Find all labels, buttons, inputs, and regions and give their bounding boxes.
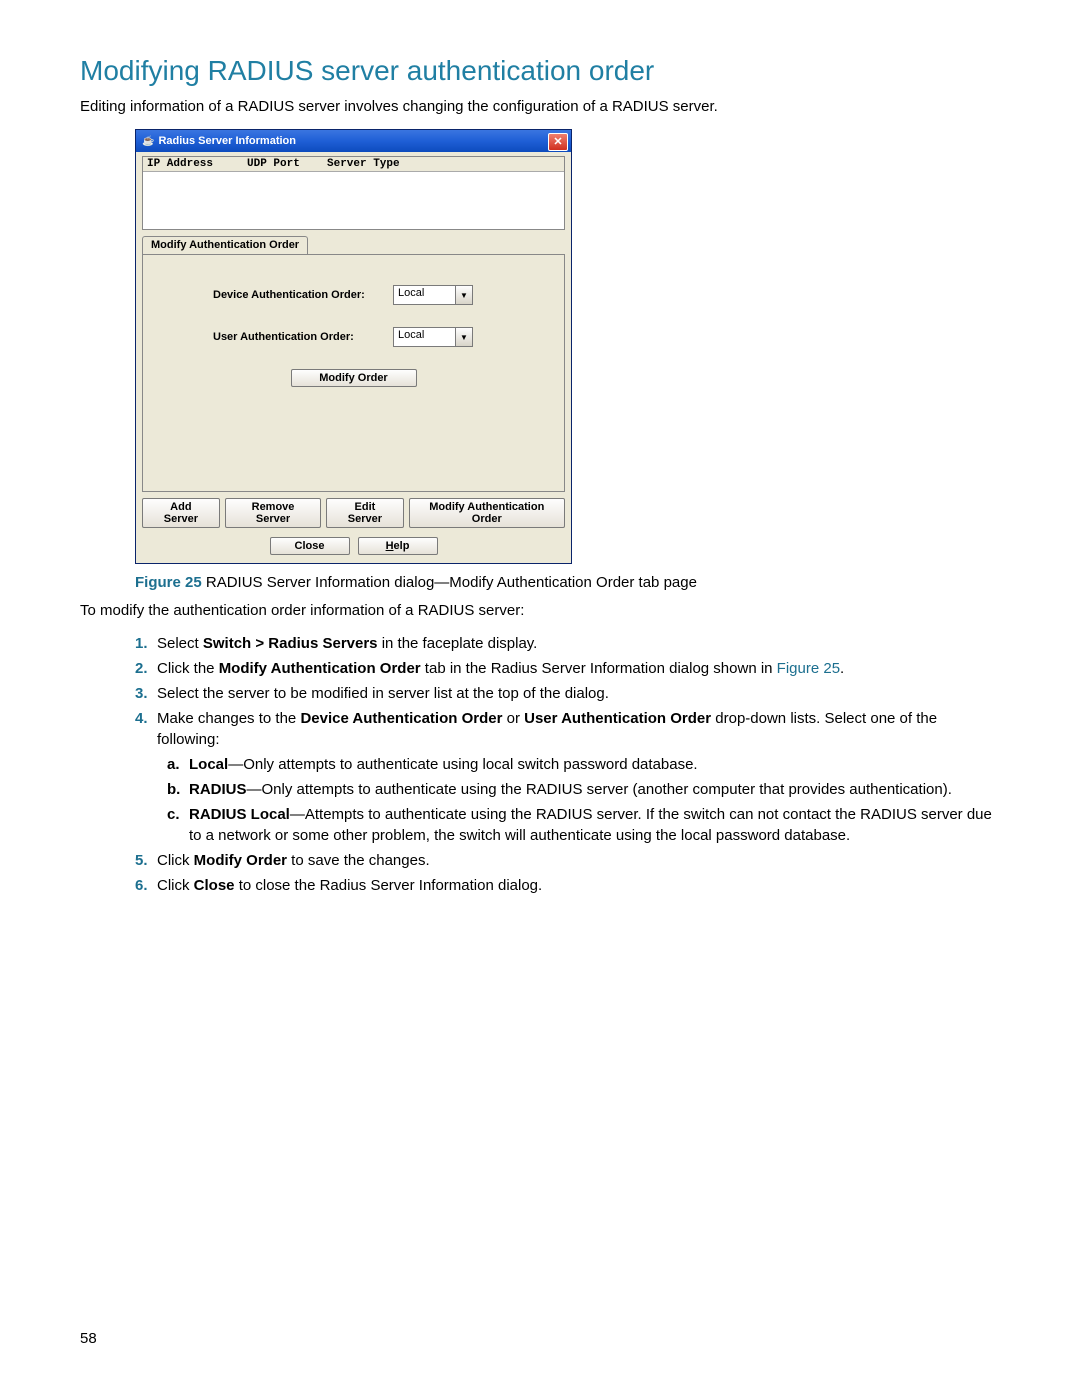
lead-paragraph: To modify the authentication order infor… xyxy=(80,601,1000,621)
auth-order-panel: Device Authentication Order: Local ▼ Use… xyxy=(142,254,565,492)
user-auth-dropdown[interactable]: Local ▼ xyxy=(393,327,473,347)
step-number: 6. xyxy=(135,876,157,896)
radius-dialog: ☕ Radius Server Information ✕ IP Address… xyxy=(135,129,572,564)
device-auth-dropdown[interactable]: Local ▼ xyxy=(393,285,473,305)
substep-letter: b. xyxy=(167,780,189,800)
page-number: 58 xyxy=(80,1330,97,1347)
col-type: Server Type xyxy=(327,158,560,170)
modify-auth-order-button[interactable]: Modify Authentication Order xyxy=(409,498,566,528)
col-ip: IP Address xyxy=(147,158,247,170)
substep-letter: a. xyxy=(167,755,189,775)
device-auth-label: Device Authentication Order: xyxy=(213,289,393,301)
figure-label: Figure 25 xyxy=(135,574,202,591)
device-auth-value: Local xyxy=(394,286,455,304)
section-heading: Modifying RADIUS server authentication o… xyxy=(80,55,1000,87)
step-text: Click Modify Order to save the changes. xyxy=(157,851,1000,871)
dialog-titlebar: ☕ Radius Server Information ✕ xyxy=(136,130,571,152)
figure-link[interactable]: Figure 25 xyxy=(777,660,840,677)
tab-modify-auth-order[interactable]: Modify Authentication Order xyxy=(142,236,308,254)
col-port: UDP Port xyxy=(247,158,327,170)
remove-server-button[interactable]: Remove Server xyxy=(225,498,322,528)
step-number: 5. xyxy=(135,851,157,871)
edit-server-button[interactable]: Edit Server xyxy=(326,498,403,528)
close-icon[interactable]: ✕ xyxy=(548,133,568,151)
substep-text: RADIUS Local—Attempts to authenticate us… xyxy=(189,805,1000,846)
user-auth-label: User Authentication Order: xyxy=(213,331,393,343)
step-number: 4. xyxy=(135,709,157,750)
server-list[interactable]: IP Address UDP Port Server Type xyxy=(142,156,565,230)
server-list-header: IP Address UDP Port Server Type xyxy=(143,157,564,172)
step-number: 2. xyxy=(135,659,157,679)
chevron-down-icon: ▼ xyxy=(455,286,472,304)
user-auth-value: Local xyxy=(394,328,455,346)
step-text: Select Switch > Radius Servers in the fa… xyxy=(157,634,1000,654)
substep-letter: c. xyxy=(167,805,189,846)
step-text: Click Close to close the Radius Server I… xyxy=(157,876,1000,896)
help-button[interactable]: Help xyxy=(358,537,438,555)
substep-text: RADIUS—Only attempts to authenticate usi… xyxy=(189,780,1000,800)
step-number: 3. xyxy=(135,684,157,704)
substep-text: Local—Only attempts to authenticate usin… xyxy=(189,755,1000,775)
step-number: 1. xyxy=(135,634,157,654)
close-button[interactable]: Close xyxy=(270,537,350,555)
step-text: Select the server to be modified in serv… xyxy=(157,684,1000,704)
add-server-button[interactable]: Add Server xyxy=(142,498,220,528)
chevron-down-icon: ▼ xyxy=(455,328,472,346)
app-icon: ☕ xyxy=(142,136,154,147)
modify-order-button[interactable]: Modify Order xyxy=(291,369,417,387)
step-text: Make changes to the Device Authenticatio… xyxy=(157,709,1000,750)
dialog-title: Radius Server Information xyxy=(158,135,296,147)
step-text: Click the Modify Authentication Order ta… xyxy=(157,659,1000,679)
intro-paragraph: Editing information of a RADIUS server i… xyxy=(80,97,1000,117)
figure-caption: Figure 25 RADIUS Server Information dial… xyxy=(135,574,1000,591)
